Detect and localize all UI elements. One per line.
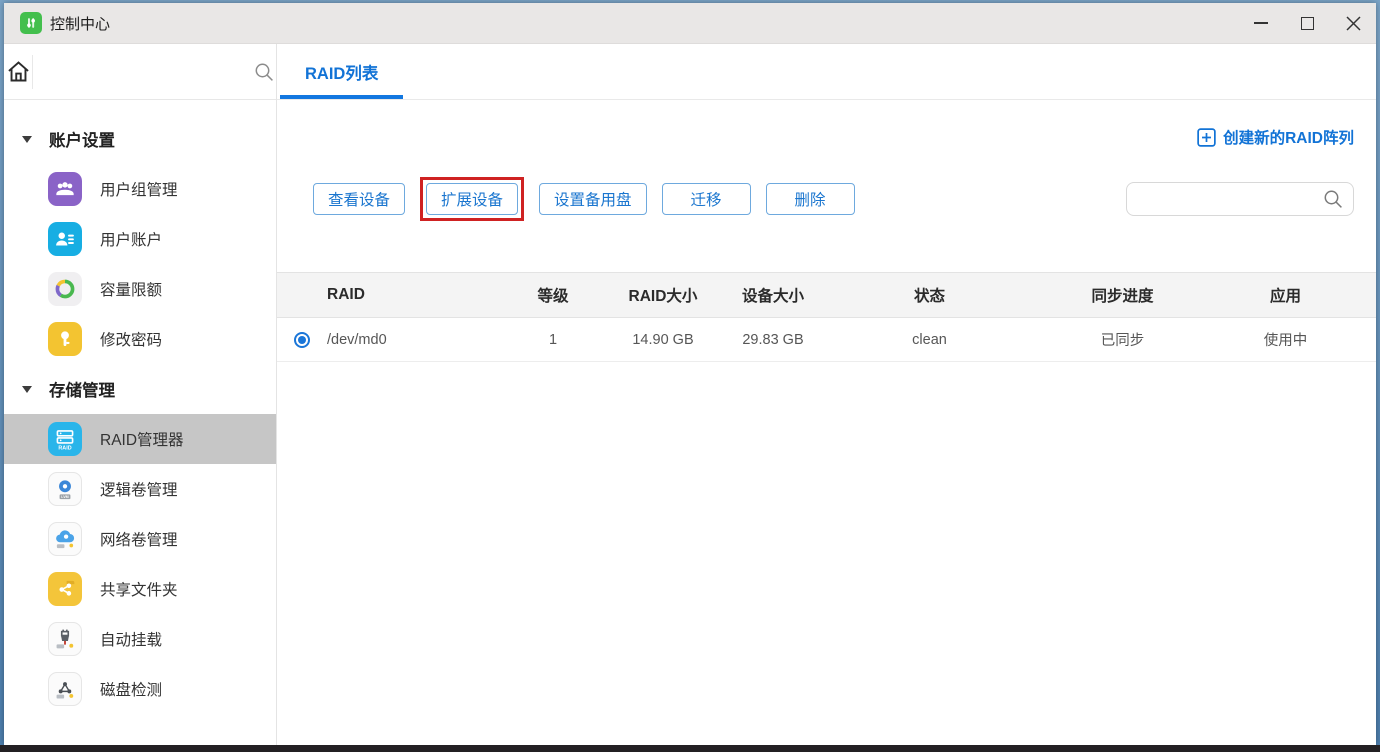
close-button[interactable] xyxy=(1330,3,1376,43)
sidebar-item-label: 修改密码 xyxy=(100,332,163,349)
create-raid-label: 创建新的RAID阵列 xyxy=(1223,130,1354,147)
close-icon xyxy=(1345,15,1361,31)
sidebar-item-label: 用户组管理 xyxy=(100,182,178,199)
view-device-button[interactable]: 查看设备 xyxy=(313,183,406,215)
cell-level: 1 xyxy=(517,317,589,362)
shared-folder-icon xyxy=(48,572,82,606)
column-header-raid: RAID xyxy=(327,272,517,318)
sidebar-item-label: 容量限额 xyxy=(100,282,163,299)
sidebar-item-user-account[interactable]: 用户账户 xyxy=(4,214,276,264)
column-header-level: 等级 xyxy=(517,272,589,318)
sidebar-section-account-settings[interactable]: 账户设置 xyxy=(4,114,276,164)
cell-raid-size: 14.90 GB xyxy=(589,317,737,362)
raid-list-content: 创建新的RAID阵列 查看设备 扩展设备 设置备用盘 迁移 删除 RAID 等级… xyxy=(277,100,1376,745)
window-controls xyxy=(1238,3,1376,43)
control-center-app-icon xyxy=(20,12,42,34)
search-icon[interactable] xyxy=(252,60,276,84)
sidebar-item-label: 网络卷管理 xyxy=(100,532,178,549)
sidebar-item-label: 磁盘检测 xyxy=(100,682,163,699)
radio-column-header xyxy=(277,272,327,318)
sidebar-item-change-password[interactable]: 修改密码 xyxy=(4,314,276,364)
table-search-box[interactable] xyxy=(1126,182,1354,216)
column-header-device-size: 设备大小 xyxy=(737,272,809,318)
migrate-button[interactable]: 迁移 xyxy=(661,183,751,215)
automount-plug-icon xyxy=(48,622,82,656)
column-header-application: 应用 xyxy=(1195,272,1376,318)
sidebar-item-network-volume[interactable]: 网络卷管理 xyxy=(4,514,276,564)
lvm-disk-icon: LVM xyxy=(48,472,82,506)
collapse-triangle-icon xyxy=(22,385,32,393)
sidebar-section-storage-management[interactable]: 存储管理 xyxy=(4,364,276,414)
row-radio-selected[interactable] xyxy=(294,331,310,348)
sidebar-item-automount[interactable]: 自动挂载 xyxy=(4,614,276,664)
cell-sync-progress: 已同步 xyxy=(1050,317,1195,362)
delete-button[interactable]: 删除 xyxy=(765,183,855,215)
create-raid-button[interactable]: 创建新的RAID阵列 xyxy=(1197,126,1354,148)
sidebar-item-disk-check[interactable]: 磁盘检测 xyxy=(4,664,276,714)
home-icon xyxy=(8,61,29,82)
window-title: 控制中心 xyxy=(50,15,111,33)
maximize-button[interactable] xyxy=(1284,3,1330,43)
tab-raid-list[interactable]: RAID列表 xyxy=(280,44,404,99)
expand-device-button[interactable]: 扩展设备 xyxy=(426,183,519,215)
sidebar-item-label: 共享文件夹 xyxy=(100,582,178,599)
sidebar-item-label: 自动挂载 xyxy=(100,632,163,649)
raid-table: RAID 等级 RAID大小 设备大小 状态 同步进度 应用 /dev/md0 … xyxy=(277,272,1376,362)
section-label: 存储管理 xyxy=(49,382,115,400)
sidebar-item-quota[interactable]: 容量限额 xyxy=(4,264,276,314)
sidebar-nav: 账户设置 用户组管理 用户账户 容量限额 修改密码 存储管理 RAID RAID… xyxy=(4,100,276,714)
sidebar-item-raid-manager[interactable]: RAID RAID管理器 xyxy=(4,414,276,464)
column-header-raid-size: RAID大小 xyxy=(589,272,737,318)
sidebar-item-user-group[interactable]: 用户组管理 xyxy=(4,164,276,214)
cell-status: clean xyxy=(809,317,1050,362)
table-row[interactable]: /dev/md0 1 14.90 GB 29.83 GB clean 已同步 使… xyxy=(277,317,1376,362)
tab-label: RAID列表 xyxy=(305,64,379,83)
set-spare-disk-button[interactable]: 设置备用盘 xyxy=(539,183,647,215)
table-header-row: RAID 等级 RAID大小 设备大小 状态 同步进度 应用 xyxy=(277,272,1376,318)
raid-manager-icon: RAID xyxy=(48,422,82,456)
sidebar-item-label: RAID管理器 xyxy=(100,432,184,449)
sidebar-item-lvm-manager[interactable]: LVM 逻辑卷管理 xyxy=(4,464,276,514)
section-label: 账户设置 xyxy=(49,132,115,150)
sidebar-item-label: 逻辑卷管理 xyxy=(100,482,178,499)
password-key-icon xyxy=(48,322,82,356)
cell-raid-device: /dev/md0 xyxy=(327,317,517,362)
cell-application: 使用中 xyxy=(1195,317,1376,362)
maximize-icon xyxy=(1300,16,1314,30)
quota-donut-icon xyxy=(48,272,82,306)
cell-device-size: 29.83 GB xyxy=(737,317,809,362)
tab-bar: RAID列表 xyxy=(277,44,1376,100)
user-account-icon xyxy=(48,222,82,256)
sidebar-search-input[interactable] xyxy=(33,44,252,99)
minimize-icon xyxy=(1254,22,1268,24)
desktop-taskbar-strip xyxy=(0,745,1380,752)
column-header-status: 状态 xyxy=(809,272,1050,318)
collapse-triangle-icon xyxy=(22,135,32,143)
minimize-button[interactable] xyxy=(1238,3,1284,43)
network-volume-cloud-icon xyxy=(48,522,82,556)
svg-text:RAID: RAID xyxy=(58,445,71,451)
sidebar-item-label: 用户账户 xyxy=(100,232,163,249)
sidebar: 账户设置 用户组管理 用户账户 容量限额 修改密码 存储管理 RAID RAID… xyxy=(4,44,277,745)
search-icon xyxy=(1324,190,1342,208)
main-panel: RAID列表 创建新的RAID阵列 查看设备 扩展设备 设置备用盘 迁移 删除 … xyxy=(277,44,1376,745)
app-window: 控制中心 账户设置 用户组管理 用户账户 容量限额 修改密码 存储管理 RAID… xyxy=(4,3,1376,745)
svg-text:LVM: LVM xyxy=(61,495,68,499)
column-header-sync-progress: 同步进度 xyxy=(1050,272,1195,318)
toolbar: 查看设备 扩展设备 设置备用盘 迁移 删除 xyxy=(313,177,1354,221)
home-button[interactable] xyxy=(4,44,32,99)
disk-check-icon xyxy=(48,672,82,706)
table-search-input[interactable] xyxy=(1139,191,1321,207)
plus-icon xyxy=(1197,127,1216,147)
titlebar: 控制中心 xyxy=(4,3,1376,44)
sidebar-search-bar xyxy=(4,44,276,100)
sidebar-item-shared-folder[interactable]: 共享文件夹 xyxy=(4,564,276,614)
desktop-background: 控制中心 账户设置 用户组管理 用户账户 容量限额 修改密码 存储管理 RAID… xyxy=(0,0,1380,752)
users-group-icon xyxy=(48,172,82,206)
red-highlight-annotation: 扩展设备 xyxy=(420,177,525,221)
